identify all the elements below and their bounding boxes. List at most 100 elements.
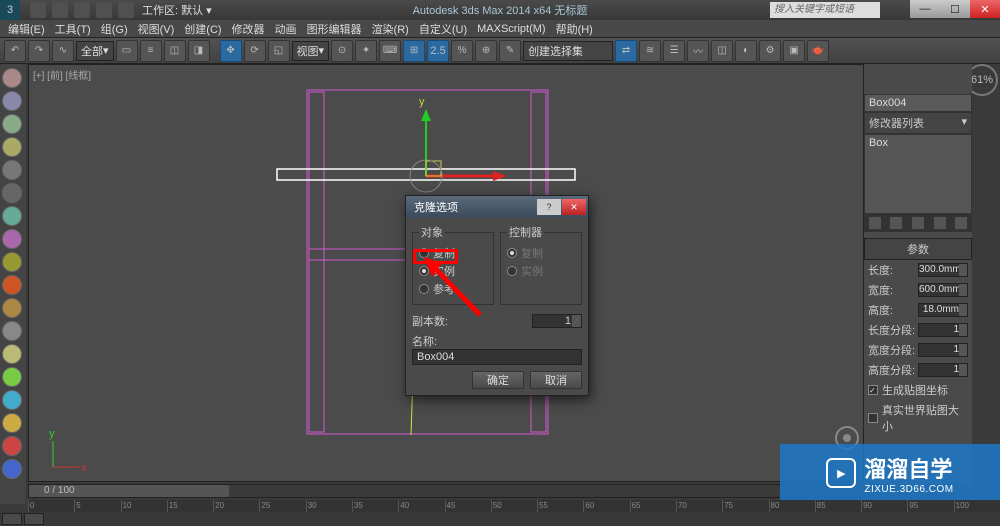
maximize-button[interactable]: ☐ [940, 0, 970, 18]
obj-copy-radio[interactable] [419, 248, 429, 258]
lt-sphere8-icon[interactable] [2, 229, 22, 249]
link-icon[interactable]: ∿ [52, 40, 74, 62]
render-frame-icon[interactable]: ▣ [783, 40, 805, 62]
qat-undo-icon[interactable] [96, 2, 112, 18]
modifier-list-dropdown[interactable]: 修改器列表▾ [864, 112, 972, 134]
lt-sphere15-icon[interactable] [2, 390, 22, 410]
lt-sphere5-icon[interactable] [2, 160, 22, 180]
modifier-stack[interactable]: Box [864, 134, 972, 214]
dialog-help-button[interactable]: ? [537, 199, 561, 215]
angle-snap-icon[interactable]: 2.5 [427, 40, 449, 62]
snap-toggle-icon[interactable]: ⊞ [403, 40, 425, 62]
edit-named-sel-icon[interactable]: ✎ [499, 40, 521, 62]
select-by-name-icon[interactable]: ≡ [140, 40, 162, 62]
gen-map-coords-checkbox[interactable] [868, 385, 878, 395]
width-spinner[interactable]: 600.0mm [918, 283, 968, 297]
help-search-input[interactable]: 搜入关键字或短语 [770, 2, 880, 18]
keyboard-shortcut-icon[interactable]: ⌨ [379, 40, 401, 62]
workspace-label[interactable]: 工作区: 默认 ▾ [142, 2, 212, 18]
menu-maxscript[interactable]: MAXScript(M) [473, 23, 549, 35]
lt-sphere2-icon[interactable] [2, 91, 22, 111]
pin-stack-icon[interactable] [869, 217, 881, 229]
dialog-titlebar[interactable]: 克隆选项 ? ✕ [406, 196, 588, 218]
object-name-field[interactable]: Box004 [864, 94, 972, 112]
time-slider[interactable]: 0510152025303540455055606570758085909510… [28, 500, 1000, 512]
copies-spinner[interactable]: 1 [532, 314, 582, 328]
lt-sphere18-icon[interactable] [2, 459, 22, 479]
render-icon[interactable]: 🫖 [807, 40, 829, 62]
lt-sphere12-icon[interactable] [2, 321, 22, 341]
menu-tools[interactable]: 工具(T) [51, 21, 95, 37]
select-manipulate-icon[interactable]: ✦ [355, 40, 377, 62]
material-editor-icon[interactable]: ◐ [735, 40, 757, 62]
viewport-scrollbar-h[interactable] [28, 484, 864, 498]
select-region-icon[interactable]: ◫ [164, 40, 186, 62]
lt-sphere10-icon[interactable] [2, 275, 22, 295]
percent-snap-icon[interactable]: % [451, 40, 473, 62]
lt-sphere6-icon[interactable] [2, 183, 22, 203]
spinner-snap-icon[interactable]: ⊕ [475, 40, 497, 62]
cancel-button[interactable]: 取消 [530, 371, 582, 389]
show-end-result-icon[interactable] [890, 217, 902, 229]
dialog-close-button[interactable]: ✕ [562, 199, 586, 215]
lt-sphere11-icon[interactable] [2, 298, 22, 318]
maxscript-listener-icon[interactable] [2, 513, 22, 525]
qat-open-icon[interactable] [52, 2, 68, 18]
clone-name-input[interactable]: Box004 [412, 349, 582, 365]
menu-modifiers[interactable]: 修改器 [228, 21, 269, 37]
mirror-icon[interactable]: ⇄ [615, 40, 637, 62]
layers-icon[interactable]: ☰ [663, 40, 685, 62]
lt-sphere14-icon[interactable] [2, 367, 22, 387]
lt-sphere3-icon[interactable] [2, 114, 22, 134]
use-pivot-icon[interactable]: ⊙ [331, 40, 353, 62]
schematic-view-icon[interactable]: ◫ [711, 40, 733, 62]
qat-redo-icon[interactable] [118, 2, 134, 18]
remove-modifier-icon[interactable] [934, 217, 946, 229]
obj-instance-radio[interactable] [419, 266, 429, 276]
menu-create[interactable]: 创建(C) [180, 21, 225, 37]
qat-new-icon[interactable] [30, 2, 46, 18]
qat-save-icon[interactable] [74, 2, 90, 18]
lt-sphere4-icon[interactable] [2, 137, 22, 157]
selection-filter-dropdown[interactable]: 全部 ▾ [76, 41, 114, 61]
move-icon[interactable]: ✥ [220, 40, 242, 62]
render-setup-icon[interactable]: ⚙ [759, 40, 781, 62]
lt-sphere13-icon[interactable] [2, 344, 22, 364]
ok-button[interactable]: 确定 [472, 371, 524, 389]
redo-icon[interactable]: ↷ [28, 40, 50, 62]
length-spinner[interactable]: 300.0mm [918, 263, 968, 277]
select-object-icon[interactable]: ▭ [116, 40, 138, 62]
menu-views[interactable]: 视图(V) [134, 21, 179, 37]
obj-reference-radio[interactable] [419, 284, 429, 294]
menu-graph-editors[interactable]: 图形编辑器 [303, 21, 366, 37]
lt-sphere7-icon[interactable] [2, 206, 22, 226]
menu-animation[interactable]: 动画 [271, 21, 301, 37]
app-logo-icon[interactable]: 3 [0, 0, 20, 20]
prompt-icon[interactable] [24, 513, 44, 525]
lt-sphere16-icon[interactable] [2, 413, 22, 433]
lt-sphere9-icon[interactable] [2, 252, 22, 272]
lseg-spinner[interactable]: 1 [918, 323, 968, 337]
menu-help[interactable]: 帮助(H) [552, 21, 597, 37]
height-spinner[interactable]: 18.0mm [918, 303, 968, 317]
params-rollout-header[interactable]: 参数 [864, 238, 972, 260]
wseg-spinner[interactable]: 1 [918, 343, 968, 357]
lt-sphere1-icon[interactable] [2, 68, 22, 88]
curve-editor-icon[interactable]: 〰 [687, 40, 709, 62]
menu-group[interactable]: 组(G) [97, 21, 132, 37]
minimize-button[interactable]: — [910, 0, 940, 18]
scale-icon[interactable]: ◱ [268, 40, 290, 62]
window-crossing-icon[interactable]: ◨ [188, 40, 210, 62]
configure-sets-icon[interactable] [955, 217, 967, 229]
align-icon[interactable]: ≋ [639, 40, 661, 62]
menu-edit[interactable]: 编辑(E) [4, 21, 49, 37]
ref-coord-dropdown[interactable]: 视图 ▾ [292, 41, 330, 61]
lt-sphere17-icon[interactable] [2, 436, 22, 456]
named-selection-dropdown[interactable]: 创建选择集 [523, 41, 613, 61]
menu-rendering[interactable]: 渲染(R) [368, 21, 413, 37]
close-button[interactable]: ✕ [970, 0, 1000, 18]
menu-customize[interactable]: 自定义(U) [415, 21, 471, 37]
hseg-spinner[interactable]: 1 [918, 363, 968, 377]
undo-icon[interactable]: ↶ [4, 40, 26, 62]
rotate-icon[interactable]: ⟳ [244, 40, 266, 62]
